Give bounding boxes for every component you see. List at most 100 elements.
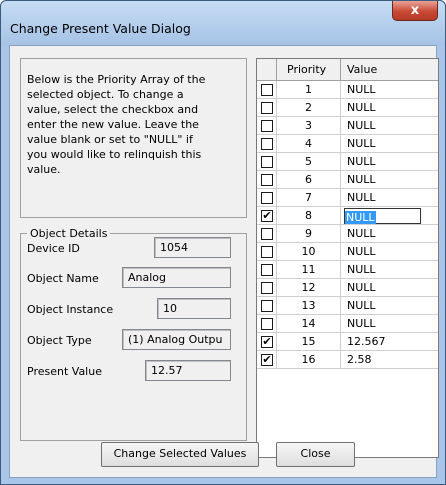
table-row[interactable]: 7 NULL	[257, 189, 438, 207]
table-row[interactable]: ✔ 15 12.567	[257, 333, 438, 351]
row-checkbox[interactable]: ✔	[261, 336, 273, 348]
row-priority: 3	[277, 117, 341, 135]
table-row[interactable]: 13 NULL	[257, 297, 438, 315]
object-instance-field: 10	[157, 298, 231, 319]
row-priority: 10	[277, 243, 341, 261]
header-priority[interactable]: Priority	[277, 59, 341, 81]
table-row[interactable]: 9 NULL	[257, 225, 438, 243]
row-check-cell	[257, 297, 277, 315]
row-value: NULL	[347, 299, 376, 312]
close-window-button[interactable]: x	[392, 1, 438, 21]
row-priority: 16	[277, 351, 341, 369]
row-checkbox[interactable]	[261, 300, 273, 312]
row-check-cell	[257, 81, 277, 99]
row-check-cell	[257, 315, 277, 333]
row-checkbox[interactable]	[261, 264, 273, 276]
row-value-cell[interactable]: NULL	[341, 207, 438, 225]
header-check[interactable]	[257, 59, 277, 81]
row-priority: 5	[277, 153, 341, 171]
table-row[interactable]: ✔ 16 2.58	[257, 351, 438, 369]
table-row[interactable]: 12 NULL	[257, 279, 438, 297]
table-row[interactable]: 6 NULL	[257, 171, 438, 189]
row-priority: 14	[277, 315, 341, 333]
change-selected-values-button[interactable]: Change Selected Values	[101, 442, 259, 467]
row-checkbox[interactable]: ✔	[261, 354, 273, 366]
row-checkbox[interactable]	[261, 156, 273, 168]
row-checkbox[interactable]	[261, 246, 273, 258]
row-value: NULL	[347, 83, 376, 96]
row-checkbox[interactable]	[261, 84, 273, 96]
table-row[interactable]: 1 NULL	[257, 81, 438, 99]
row-check-cell: ✔	[257, 333, 277, 351]
row-priority: 8	[277, 207, 341, 225]
row-check-cell	[257, 189, 277, 207]
object-name-label: Object Name	[27, 272, 99, 285]
table-row[interactable]: 2 NULL	[257, 99, 438, 117]
row-priority: 1	[277, 81, 341, 99]
row-check-cell	[257, 135, 277, 153]
row-value-cell[interactable]: 12.567	[341, 333, 438, 351]
row-value: NULL	[347, 191, 376, 204]
row-value-cell[interactable]: NULL	[341, 225, 438, 243]
title-bar[interactable]: Change Present Value Dialog x	[1, 1, 445, 45]
row-value-cell[interactable]: NULL	[341, 171, 438, 189]
row-priority: 6	[277, 171, 341, 189]
close-icon: x	[410, 3, 420, 18]
row-value-cell[interactable]: NULL	[341, 81, 438, 99]
row-check-cell	[257, 171, 277, 189]
table-row[interactable]: 5 NULL	[257, 153, 438, 171]
row-checkbox[interactable]	[261, 192, 273, 204]
row-checkbox[interactable]: ✔	[261, 210, 273, 222]
checkmark-icon: ✔	[262, 209, 272, 222]
row-check-cell	[257, 153, 277, 171]
row-value-cell[interactable]: NULL	[341, 261, 438, 279]
row-checkbox[interactable]	[261, 318, 273, 330]
row-value-cell[interactable]: NULL	[341, 243, 438, 261]
instructions-text: Below is the Priority Array of the selec…	[27, 73, 206, 176]
row-value: NULL	[347, 227, 376, 240]
table-row[interactable]: 4 NULL	[257, 135, 438, 153]
row-check-cell	[257, 261, 277, 279]
table-row[interactable]: 14 NULL	[257, 315, 438, 333]
row-value-cell[interactable]: NULL	[341, 189, 438, 207]
table-row[interactable]: 10 NULL	[257, 243, 438, 261]
row-value-cell[interactable]: NULL	[341, 99, 438, 117]
row-value: NULL	[347, 245, 376, 258]
dialog-window: Change Present Value Dialog x Below is t…	[0, 0, 446, 485]
table-row[interactable]: 3 NULL	[257, 117, 438, 135]
row-value-cell[interactable]: NULL	[341, 279, 438, 297]
row-priority: 15	[277, 333, 341, 351]
row-check-cell: ✔	[257, 351, 277, 369]
row-value-cell[interactable]: 2.58	[341, 351, 438, 369]
row-checkbox[interactable]	[261, 228, 273, 240]
object-name-field: Analog	[122, 267, 231, 288]
row-checkbox[interactable]	[261, 282, 273, 294]
row-value-cell[interactable]: NULL	[341, 315, 438, 333]
object-details-label: Object Details	[27, 227, 111, 240]
row-value-cell[interactable]: NULL	[341, 135, 438, 153]
value-edit-input[interactable]: NULL	[344, 208, 421, 224]
row-checkbox[interactable]	[261, 174, 273, 186]
row-checkbox[interactable]	[261, 120, 273, 132]
row-value: NULL	[347, 263, 376, 276]
row-value-cell[interactable]: NULL	[341, 297, 438, 315]
present-value-label: Present Value	[27, 365, 102, 378]
row-value-cell[interactable]: NULL	[341, 117, 438, 135]
row-value: NULL	[347, 281, 376, 294]
table-row[interactable]: ✔ 8 NULL	[257, 207, 438, 225]
close-button[interactable]: Close	[276, 442, 355, 467]
row-value-cell[interactable]: NULL	[341, 153, 438, 171]
row-value: NULL	[347, 119, 376, 132]
row-checkbox[interactable]	[261, 138, 273, 150]
table-row[interactable]: 11 NULL	[257, 261, 438, 279]
row-priority: 9	[277, 225, 341, 243]
header-value[interactable]: Value	[341, 59, 438, 81]
row-value: NULL	[347, 101, 376, 114]
row-priority: 12	[277, 279, 341, 297]
row-check-cell	[257, 99, 277, 117]
object-type-label: Object Type	[27, 334, 92, 347]
priority-array-grid[interactable]: Priority Value 1 NULL 2 NULL 3 NULL 4 NULL 5 NULL…	[256, 58, 439, 458]
checkmark-icon: ✔	[262, 353, 272, 366]
row-checkbox[interactable]	[261, 102, 273, 114]
window-title: Change Present Value Dialog	[10, 21, 191, 36]
